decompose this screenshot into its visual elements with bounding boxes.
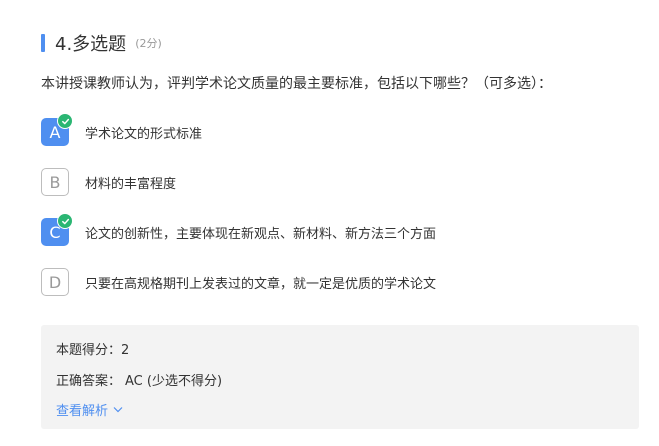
option-text: 只要在高规格期刊上发表过的文章，就一定是优质的学术论文 bbox=[85, 276, 437, 292]
option-b[interactable]: B 材料的丰富程度 bbox=[41, 167, 176, 197]
check-icon bbox=[57, 113, 73, 129]
option-letter-b[interactable]: B bbox=[41, 168, 69, 196]
view-analysis-link[interactable]: 查看解析 bbox=[56, 400, 123, 419]
option-c[interactable]: C 论文的创新性，主要体现在新观点、新材料、新方法三个方面 bbox=[41, 213, 437, 247]
option-letter-c[interactable]: C bbox=[41, 213, 73, 246]
option-d[interactable]: D 只要在高规格期刊上发表过的文章，就一定是优质的学术论文 bbox=[41, 267, 436, 297]
option-letter-d[interactable]: D bbox=[41, 268, 69, 296]
correct-answer-value: AC (少选不得分) bbox=[125, 374, 223, 389]
question-title: 4.多选题 bbox=[55, 34, 127, 55]
title-accent-bar bbox=[41, 34, 45, 52]
question-header: 4.多选题 (2分) bbox=[41, 31, 162, 55]
option-letter-a[interactable]: A bbox=[41, 113, 73, 146]
correct-answer-row: 正确答案： AC (少选不得分) bbox=[56, 370, 222, 389]
option-letter-label: D bbox=[48, 272, 62, 292]
option-text: 论文的创新性，主要体现在新观点、新材料、新方法三个方面 bbox=[85, 226, 437, 242]
option-letter-label: B bbox=[49, 172, 61, 192]
option-a[interactable]: A 学术论文的形式标准 bbox=[41, 113, 203, 147]
view-analysis-label: 查看解析 bbox=[56, 404, 109, 419]
question-stem: 本讲授课教师认为，评判学术论文质量的最主要标准，包括以下哪些？（可多选）： bbox=[41, 76, 552, 92]
option-text: 材料的丰富程度 bbox=[85, 176, 177, 192]
check-icon bbox=[57, 213, 73, 229]
question-score: (2分) bbox=[135, 37, 162, 50]
option-text: 学术论文的形式标准 bbox=[85, 126, 203, 142]
correct-answer-label: 正确答案： bbox=[56, 374, 122, 389]
answer-panel: 本题得分：2 正确答案： AC (少选不得分) 查看解析 bbox=[41, 325, 639, 429]
score-row: 本题得分：2 bbox=[56, 339, 129, 358]
score-value: 2 bbox=[121, 343, 130, 358]
score-label: 本题得分： bbox=[56, 343, 122, 358]
chevron-down-icon bbox=[113, 402, 123, 417]
